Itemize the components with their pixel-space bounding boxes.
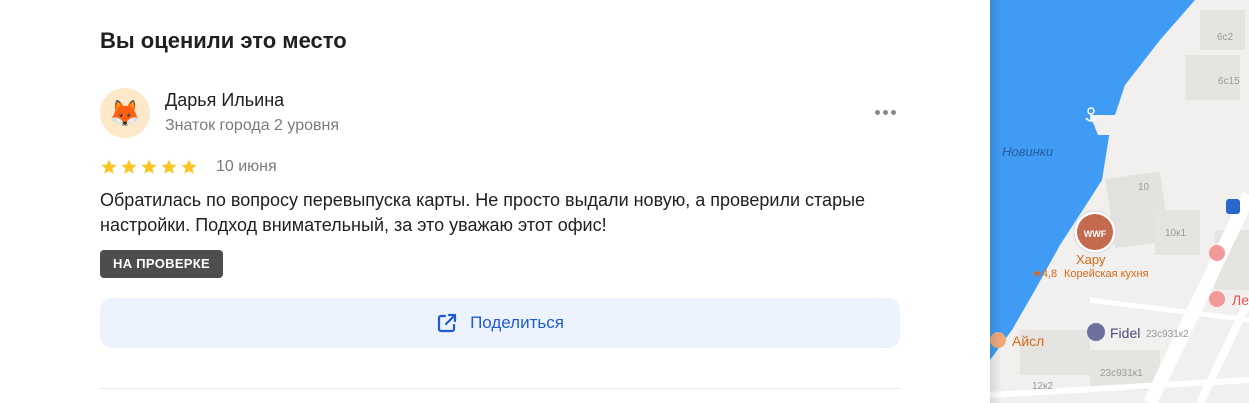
star-icon bbox=[121, 159, 137, 174]
star-icon bbox=[161, 159, 177, 174]
share-label: Поделиться bbox=[470, 313, 564, 332]
review-text: Обратилась по вопросу перевыпуска карты.… bbox=[100, 190, 866, 235]
map[interactable]: 6с2 6с15 10 10к1 23с931к2 12к2 23с931к1 … bbox=[990, 0, 1249, 403]
fox-avatar-icon: 🦊 bbox=[108, 98, 142, 128]
more-options-button[interactable] bbox=[870, 100, 900, 124]
transit-icon bbox=[1226, 199, 1240, 214]
author-name[interactable]: Дарья Ильина bbox=[165, 90, 284, 111]
place-marker[interactable]: WWF bbox=[1073, 210, 1117, 254]
svg-text:23с931к1: 23с931к1 bbox=[1100, 368, 1143, 379]
dentist-poi-icon[interactable] bbox=[1209, 245, 1225, 261]
svg-text:6с2: 6с2 bbox=[1217, 32, 1234, 43]
place-category: Корейская кухня bbox=[1064, 268, 1149, 280]
svg-text:12к2: 12к2 bbox=[1032, 381, 1053, 392]
place-name[interactable]: Хару bbox=[1076, 252, 1106, 267]
scissors-poi-icon[interactable] bbox=[1087, 323, 1105, 341]
star-icon bbox=[141, 159, 157, 174]
share-button[interactable]: Поделиться bbox=[100, 298, 900, 348]
rating-stars bbox=[100, 158, 198, 176]
review-date: 10 июня bbox=[216, 158, 277, 175]
poi-fidel-label[interactable]: Fidel bbox=[1110, 325, 1140, 341]
author-status: Знаток города 2 уровня bbox=[165, 117, 340, 134]
dot-icon bbox=[890, 109, 896, 115]
place-rating: ★4,8 bbox=[1032, 268, 1057, 280]
share-icon bbox=[437, 313, 457, 333]
star-icon bbox=[181, 159, 197, 174]
area-label: Новинки bbox=[1002, 144, 1053, 159]
dot-icon bbox=[874, 109, 880, 115]
svg-text:10к1: 10к1 bbox=[1165, 228, 1186, 239]
svg-text:23с931к2: 23с931к2 bbox=[1146, 329, 1189, 340]
review-panel: Вы оценили это место 🦊 Дарья Ильина Знат… bbox=[0, 0, 990, 403]
svg-text:6с15: 6с15 bbox=[1218, 76, 1240, 87]
star-icon bbox=[101, 159, 117, 174]
avatar[interactable]: 🦊 bbox=[100, 88, 150, 138]
section-title: Вы оценили это место bbox=[100, 28, 347, 53]
moderation-status-badge: НА ПРОВЕРКЕ bbox=[100, 250, 223, 278]
svg-text:WWF: WWF bbox=[1084, 229, 1107, 239]
svg-text:10: 10 bbox=[1138, 182, 1150, 193]
dentist-poi-icon[interactable] bbox=[1209, 291, 1225, 307]
dot-icon bbox=[882, 109, 888, 115]
map-canvas[interactable]: 6с2 6с15 10 10к1 23с931к2 12к2 23с931к1 … bbox=[990, 0, 1249, 403]
divider bbox=[100, 388, 900, 389]
map-edge-shadow bbox=[990, 0, 1002, 403]
poi-aisl-label[interactable]: Айсл bbox=[1012, 333, 1044, 349]
poi-le-label[interactable]: Ле bbox=[1232, 292, 1249, 308]
